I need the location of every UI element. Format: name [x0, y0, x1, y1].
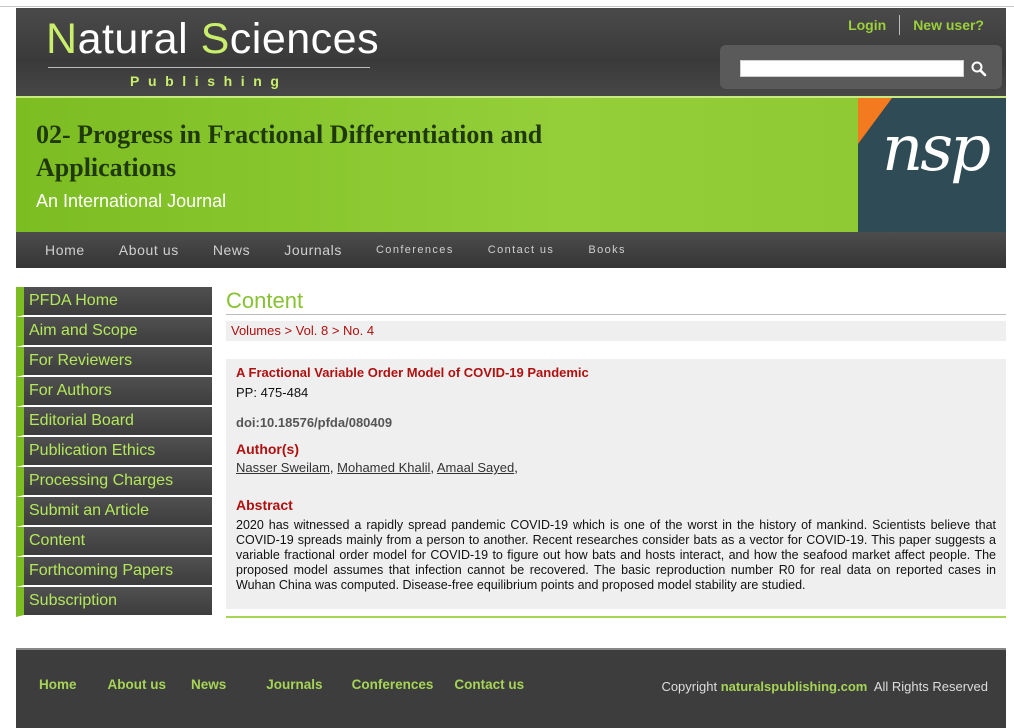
logo-word-1: atural — [77, 15, 201, 63]
new-user-link[interactable]: New user? — [900, 17, 984, 33]
author-link[interactable]: Amaal Sayed — [437, 460, 514, 475]
sidebar-item-forthcoming-papers[interactable]: Forthcoming Papers — [16, 557, 212, 587]
sidebar-item-authors[interactable]: For Authors — [16, 377, 212, 407]
footer-link-home[interactable]: Home — [39, 677, 77, 692]
logo-letter-s: S — [200, 15, 230, 63]
breadcrumb[interactable]: Volumes > Vol. 8 > No. 4 — [226, 321, 1006, 341]
page-wrapper: Natural Sciences Publishing Login New us… — [16, 8, 1006, 618]
logo-letter-n: N — [46, 15, 78, 63]
copyright: Copyright naturalspublishing.com All Rig… — [661, 679, 988, 694]
article-doi: doi:10.18576/pfda/080409 — [236, 415, 393, 430]
article-card: A Fractional Variable Order Model of COV… — [226, 359, 1006, 609]
site-logo[interactable]: Natural Sciences Publishing — [46, 14, 379, 89]
logo-title: Natural Sciences — [46, 14, 379, 64]
footer-link-about-us[interactable]: About us — [108, 677, 167, 692]
site-footer: Home About us News Journals Conferences … — [16, 648, 1006, 728]
nsp-logo: nsp — [858, 98, 1006, 232]
nav-journals[interactable]: Journals — [284, 242, 342, 258]
search-icon[interactable] — [970, 60, 988, 78]
footer-nav: Home About us News Journals Conferences … — [39, 677, 524, 692]
abstract-heading: Abstract — [236, 497, 293, 513]
sidebar-item-pfda-home[interactable]: PFDA Home — [16, 287, 212, 317]
journal-banner: 02- Progress in Fractional Differentiati… — [16, 96, 1006, 232]
nsp-logo-text: nsp — [882, 112, 991, 186]
search-box — [720, 45, 1002, 89]
logo-subtitle: Publishing — [130, 73, 288, 89]
journal-title: 02- Progress in Fractional Differentiati… — [36, 120, 543, 182]
author-link[interactable]: Nasser Sweilam — [236, 460, 330, 475]
sidebar-item-content[interactable]: Content — [16, 527, 212, 557]
footer-link-news[interactable]: News — [191, 677, 226, 692]
top-border — [0, 6, 1014, 7]
footer-link-conferences[interactable]: Conferences — [352, 677, 434, 692]
nav-books[interactable]: Books — [588, 244, 626, 256]
logo-divider — [48, 67, 370, 68]
sidebar-item-reviewers[interactable]: For Reviewers — [16, 347, 212, 377]
login-link[interactable]: Login — [835, 17, 899, 33]
page-title: Content — [226, 287, 1006, 315]
authors-heading: Author(s) — [236, 441, 299, 457]
copyright-prefix: Copyright — [661, 679, 718, 694]
content-divider — [226, 616, 1006, 618]
sidebar-item-processing-charges[interactable]: Processing Charges — [16, 467, 212, 497]
sidebar-item-subscription[interactable]: Subscription — [16, 587, 212, 617]
sidebar-item-aim-scope[interactable]: Aim and Scope — [16, 317, 212, 347]
journal-subtitle: An International Journal — [36, 191, 227, 211]
nav-about-us[interactable]: About us — [119, 242, 179, 258]
article-title[interactable]: A Fractional Variable Order Model of COV… — [236, 365, 996, 380]
auth-links: Login New user? — [835, 15, 984, 35]
copyright-site-link[interactable]: naturalspublishing.com — [721, 679, 868, 694]
footer-link-journals[interactable]: Journals — [266, 677, 322, 692]
copyright-suffix: All Rights Reserved — [873, 679, 988, 694]
footer-link-contact-us[interactable]: Contact us — [454, 677, 524, 692]
sidebar-item-submit-article[interactable]: Submit an Article — [16, 497, 212, 527]
nav-contact-us[interactable]: Contact us — [488, 244, 555, 256]
author-list: Nasser Sweilam, Mohamed Khalil, Amaal Sa… — [236, 460, 518, 475]
site-header: Natural Sciences Publishing Login New us… — [16, 8, 1006, 96]
search-input[interactable] — [740, 60, 964, 77]
sidebar-item-editorial-board[interactable]: Editorial Board — [16, 407, 212, 437]
nav-conferences[interactable]: Conferences — [376, 244, 454, 256]
sidebar-menu: PFDA Home Aim and Scope For Reviewers Fo… — [16, 287, 212, 617]
logo-word-2: ciences — [229, 15, 380, 63]
article-pages: PP: 475-484 — [236, 385, 309, 400]
sidebar-item-publication-ethics[interactable]: Publication Ethics — [16, 437, 212, 467]
nav-news[interactable]: News — [213, 242, 250, 258]
main-nav: Home About us News Journals Conferences … — [16, 232, 1006, 268]
abstract-text: 2020 has witnessed a rapidly spread pand… — [236, 518, 996, 592]
author-link[interactable]: Mohamed Khalil — [337, 460, 430, 475]
nav-home[interactable]: Home — [45, 242, 85, 258]
main-content: Content Volumes > Vol. 8 > No. 4 A Fract… — [226, 287, 1006, 618]
